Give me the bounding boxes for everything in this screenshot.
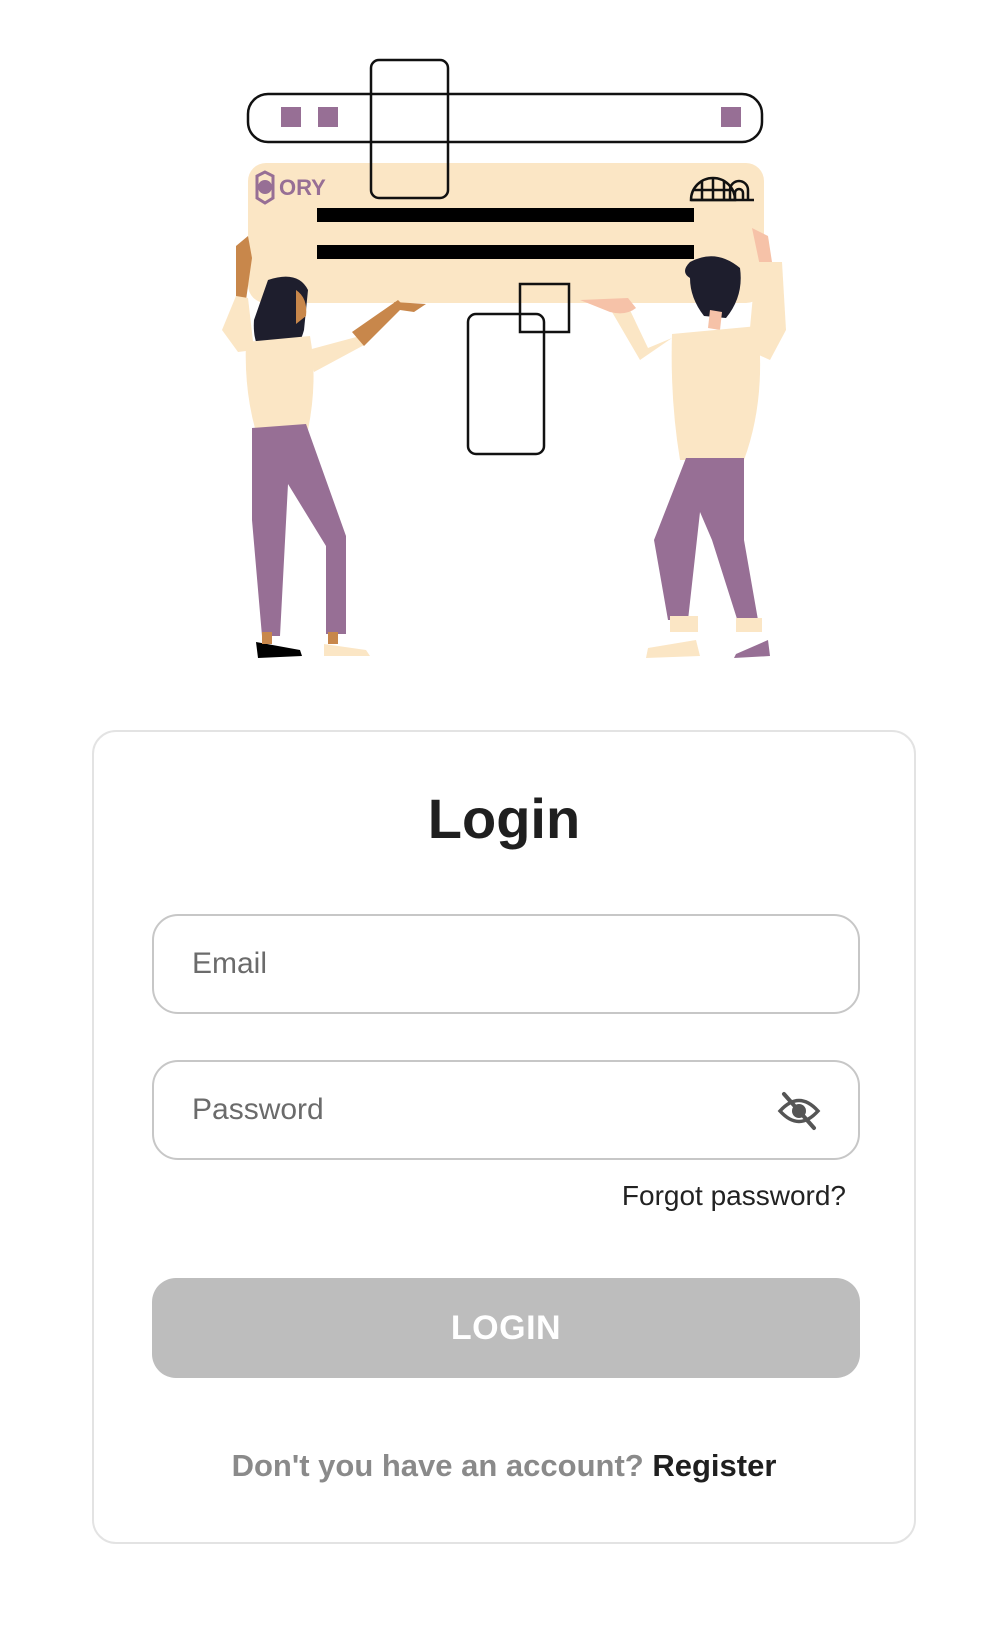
browser-dot bbox=[318, 107, 338, 127]
people-holding-screen-illustration: ORY bbox=[222, 58, 786, 658]
register-prompt-text: Don't you have an account? bbox=[231, 1448, 644, 1483]
hero-illustration: ORY bbox=[0, 0, 1008, 680]
register-prompt-line: Don't you have an account? Register bbox=[94, 1448, 914, 1484]
register-link[interactable]: Register bbox=[652, 1448, 776, 1483]
page-title: Login bbox=[427, 787, 581, 850]
browser-dot bbox=[281, 107, 301, 127]
ory-logo-text: ORY bbox=[279, 175, 326, 200]
password-field[interactable] bbox=[152, 1060, 860, 1160]
login-card: Login Forgot password? LOGIN Don't you h… bbox=[92, 730, 916, 1544]
forgot-password-link[interactable]: Forgot password? bbox=[622, 1180, 846, 1212]
text-line-placeholder bbox=[317, 208, 694, 222]
login-button[interactable]: LOGIN bbox=[152, 1278, 860, 1378]
eye-off-icon[interactable] bbox=[776, 1088, 822, 1134]
email-input[interactable] bbox=[192, 916, 752, 1012]
email-field[interactable] bbox=[152, 914, 860, 1014]
password-input[interactable] bbox=[192, 1062, 752, 1158]
text-line-placeholder bbox=[317, 245, 694, 259]
wireframe-box bbox=[466, 312, 546, 456]
browser-dot bbox=[721, 107, 741, 127]
